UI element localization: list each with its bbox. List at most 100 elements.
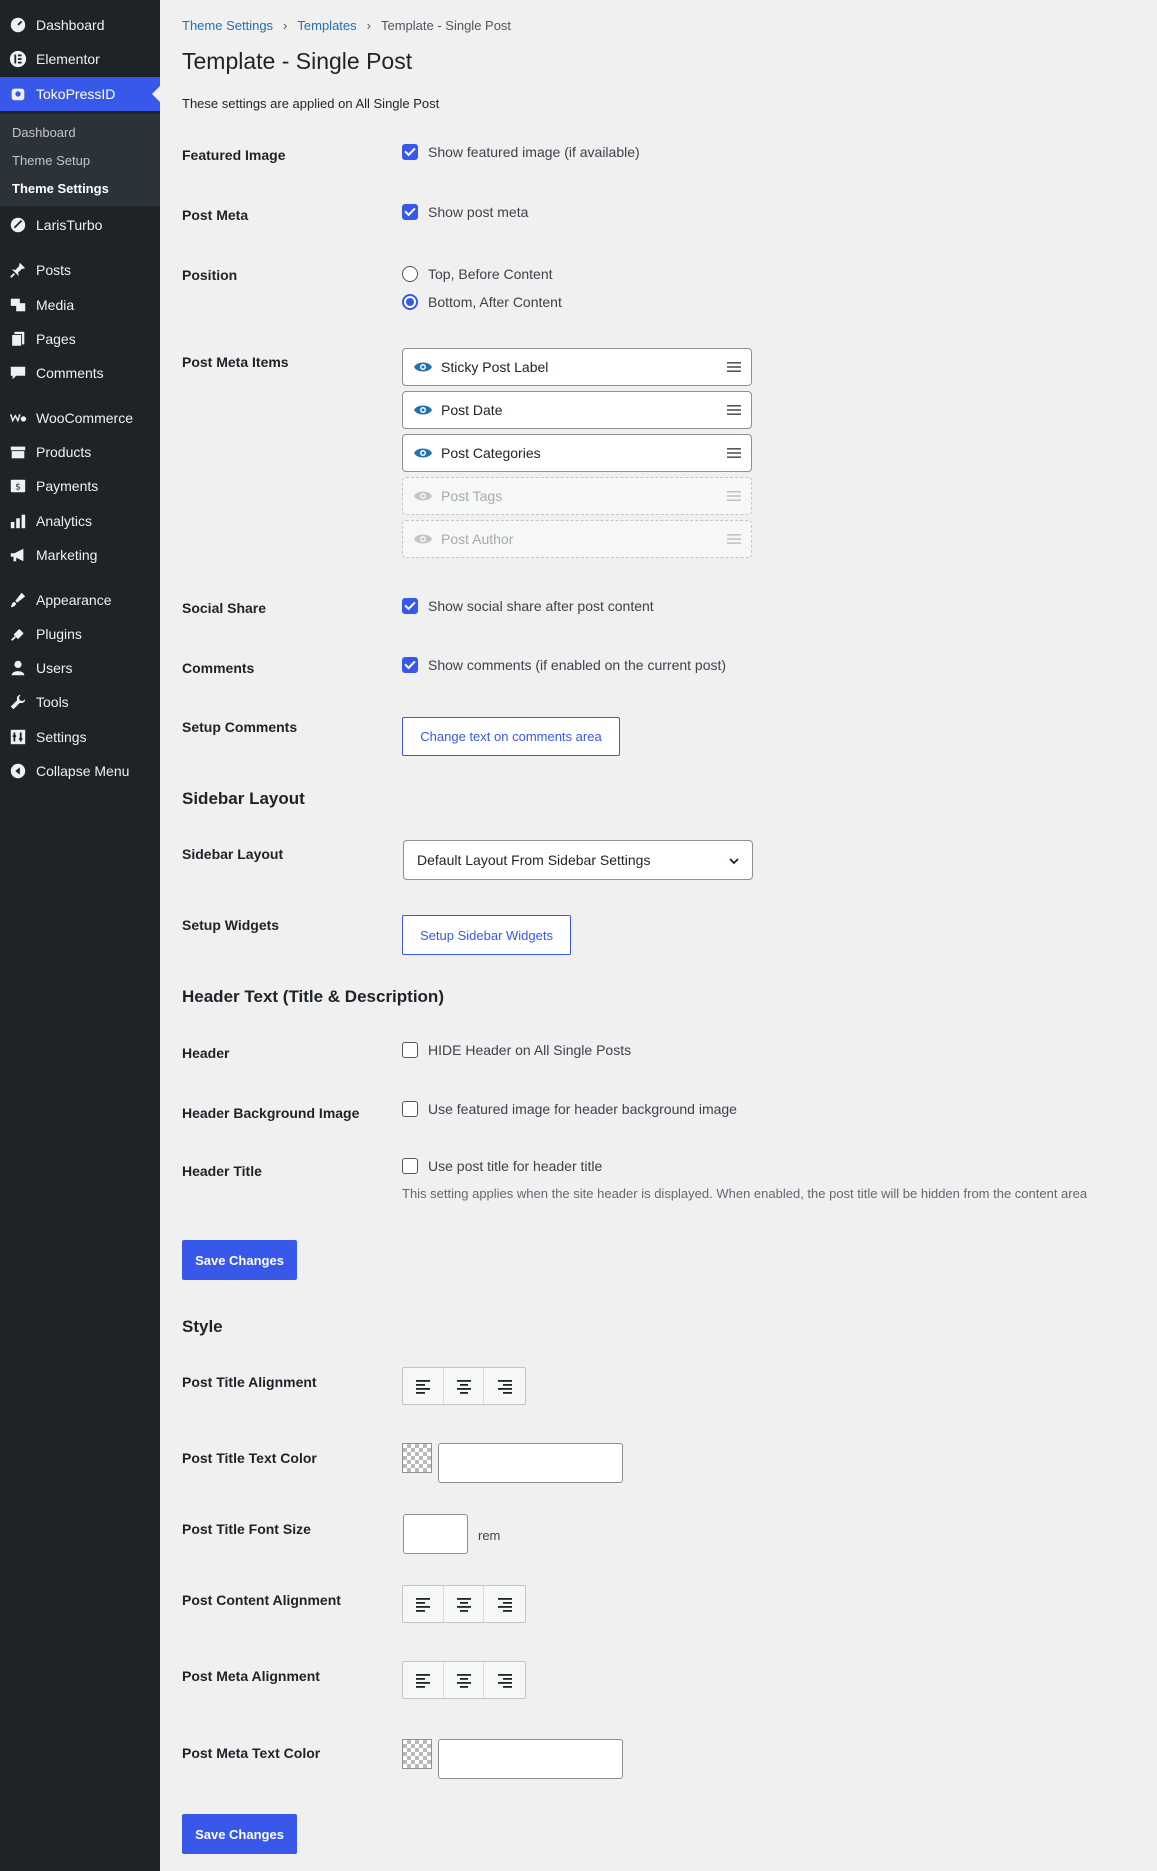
drag-handle-icon[interactable] (727, 447, 741, 459)
position-bottom-row[interactable]: Bottom, After Content (402, 294, 562, 310)
eye-icon[interactable] (413, 489, 433, 503)
align-center-button[interactable] (444, 1368, 485, 1404)
menu-dashboard[interactable]: Dashboard (0, 8, 160, 42)
align-left-button[interactable] (403, 1586, 444, 1622)
menu-marketing[interactable]: Marketing (0, 538, 160, 572)
meta-item-sticky[interactable]: Sticky Post Label (402, 348, 752, 386)
breadcrumb-templates[interactable]: Templates (297, 18, 356, 33)
post-title-alignment-group (402, 1367, 526, 1405)
style-heading: Style (182, 1317, 223, 1336)
menu-collapse[interactable]: Collapse Menu (0, 754, 160, 788)
user-icon (0, 659, 36, 677)
menu-users[interactable]: Users (0, 651, 160, 685)
menu-payments[interactable]: $ Payments (0, 469, 160, 503)
dashboard-icon (0, 16, 36, 34)
header-bg-checkbox[interactable] (402, 1101, 418, 1117)
menu-laristurbo[interactable]: LarisTurbo (0, 208, 160, 242)
menu-label: Media (36, 297, 75, 313)
align-right-icon (497, 1380, 512, 1394)
drag-handle-icon[interactable] (727, 404, 741, 416)
social-share-checkbox[interactable] (402, 598, 418, 614)
menu-tools[interactable]: Tools (0, 685, 160, 719)
meta-item-categories[interactable]: Post Categories (402, 434, 752, 472)
submenu-dashboard[interactable]: Dashboard (12, 125, 76, 140)
meta-item-tags[interactable]: Post Tags (402, 477, 752, 515)
post-title-font-size-input[interactable] (403, 1514, 468, 1554)
menu-plugins[interactable]: Plugins (0, 617, 160, 651)
align-center-button[interactable] (444, 1586, 485, 1622)
menu-label: Comments (36, 365, 104, 381)
drag-handle-icon[interactable] (727, 361, 741, 373)
eye-icon[interactable] (413, 360, 433, 374)
submenu-theme-setup[interactable]: Theme Setup (12, 153, 90, 168)
elementor-icon (0, 50, 36, 68)
post-title-color-label: Post Title Text Color (182, 1450, 317, 1466)
align-right-button[interactable] (484, 1586, 525, 1622)
menu-products[interactable]: Products (0, 435, 160, 469)
align-left-button[interactable] (403, 1368, 444, 1404)
menu-label: Collapse Menu (36, 763, 130, 779)
header-title-row[interactable]: Use post title for header title (402, 1158, 602, 1174)
menu-settings[interactable]: Settings (0, 720, 160, 754)
save-changes-button[interactable]: Save Changes (182, 1240, 297, 1280)
post-title-color-swatch[interactable] (402, 1443, 432, 1473)
menu-posts[interactable]: Posts (0, 253, 160, 287)
post-meta-checkbox[interactable] (402, 204, 418, 220)
position-top-row[interactable]: Top, Before Content (402, 266, 553, 282)
position-top-radio[interactable] (402, 266, 418, 282)
post-meta-row[interactable]: Show post meta (402, 204, 528, 220)
drag-handle-icon[interactable] (727, 533, 741, 545)
drag-handle-icon[interactable] (727, 490, 741, 502)
menu-analytics[interactable]: Analytics (0, 504, 160, 538)
menu-elementor[interactable]: Elementor (0, 42, 160, 76)
menu-tokopressid[interactable]: TokoPressID (0, 77, 160, 111)
chevron-down-icon (729, 858, 739, 865)
eye-icon[interactable] (413, 446, 433, 460)
sidebar-layout-select[interactable]: Default Layout From Sidebar Settings (403, 840, 753, 880)
align-right-button[interactable] (484, 1368, 525, 1404)
header-label: Header (182, 1045, 230, 1061)
align-left-button[interactable] (403, 1662, 444, 1698)
menu-woocommerce[interactable]: WooCommerce (0, 401, 160, 435)
menu-media[interactable]: Media (0, 288, 160, 322)
hide-header-checkbox[interactable] (402, 1042, 418, 1058)
tokopress-icon (0, 85, 36, 103)
comments-checkbox[interactable] (402, 657, 418, 673)
social-share-label: Social Share (182, 600, 267, 616)
featured-image-checkbox[interactable] (402, 144, 418, 160)
save-changes-button-bottom[interactable]: Save Changes (182, 1814, 297, 1854)
post-meta-color-label: Post Meta Text Color (182, 1745, 321, 1761)
eye-icon[interactable] (413, 532, 433, 546)
header-title-checkbox[interactable] (402, 1158, 418, 1174)
post-title-color-input[interactable] (438, 1443, 623, 1483)
meta-item-author[interactable]: Post Author (402, 520, 752, 558)
breadcrumb-theme-settings[interactable]: Theme Settings (182, 18, 273, 33)
menu-appearance[interactable]: Appearance (0, 583, 160, 617)
align-center-button[interactable] (444, 1662, 485, 1698)
hide-header-row[interactable]: HIDE Header on All Single Posts (402, 1042, 631, 1058)
comments-row[interactable]: Show comments (if enabled on the current… (402, 657, 726, 673)
eye-icon[interactable] (413, 403, 433, 417)
header-bg-row[interactable]: Use featured image for header background… (402, 1101, 737, 1117)
header-bg-label: Header Background Image (182, 1105, 360, 1121)
setup-sidebar-widgets-button[interactable]: Setup Sidebar Widgets (402, 915, 571, 955)
social-share-row[interactable]: Show social share after post content (402, 598, 654, 614)
menu-comments[interactable]: Comments (0, 356, 160, 390)
post-content-alignment-label: Post Content Alignment (182, 1592, 341, 1608)
menu-label: LarisTurbo (36, 217, 103, 233)
submenu-theme-settings[interactable]: Theme Settings (12, 181, 109, 196)
header-title-option-label: Use post title for header title (428, 1158, 603, 1174)
post-meta-option-label: Show post meta (428, 204, 529, 220)
change-comments-text-button[interactable]: Change text on comments area (402, 717, 620, 756)
menu-pages[interactable]: Pages (0, 322, 160, 356)
position-bottom-radio[interactable] (402, 294, 418, 310)
featured-image-row[interactable]: Show featured image (if available) (402, 144, 640, 160)
align-right-button[interactable] (484, 1662, 525, 1698)
post-meta-color-input[interactable] (438, 1739, 623, 1779)
post-meta-color-swatch[interactable] (402, 1739, 432, 1769)
post-title-alignment-label: Post Title Alignment (182, 1374, 317, 1390)
position-label: Position (182, 267, 238, 283)
meta-item-label: Post Author (441, 531, 514, 547)
collapse-icon (0, 762, 36, 780)
meta-item-date[interactable]: Post Date (402, 391, 752, 429)
